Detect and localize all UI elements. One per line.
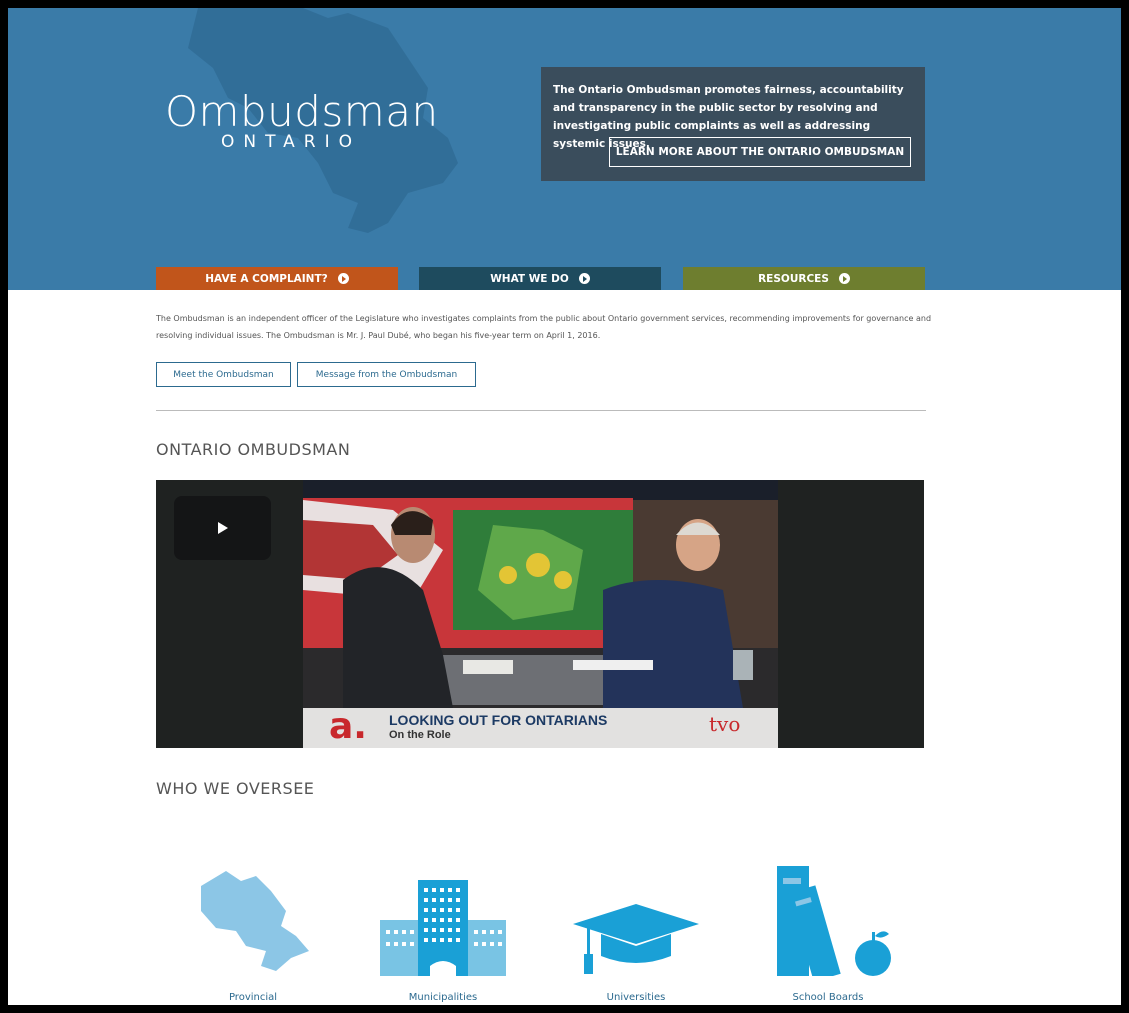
intro-text: The Ombudsman is an independent officer … bbox=[156, 314, 932, 340]
section-title-who-we-oversee: WHO WE OVERSEE bbox=[156, 779, 315, 798]
nav-resources[interactable]: RESOURCES bbox=[683, 267, 925, 290]
oversee-school-boards[interactable]: School Boards bbox=[748, 844, 908, 1003]
section-title-ontario-ombudsman: ONTARIO OMBUDSMAN bbox=[156, 440, 351, 459]
oversee-label[interactable]: Municipalities bbox=[363, 992, 523, 1003]
hero-banner: Ombudsman ONTARIO The Ontario Ombudsman … bbox=[8, 8, 1121, 290]
meet-ombudsman-button[interactable]: Meet the Ombudsman bbox=[156, 362, 291, 387]
section-divider bbox=[156, 410, 926, 411]
logo-wordmark: Ombudsman bbox=[165, 87, 439, 136]
books-apple-icon bbox=[748, 844, 908, 976]
nav-label: HAVE A COMPLAINT? bbox=[205, 272, 328, 285]
arrow-circle-icon bbox=[578, 273, 590, 284]
graduation-cap-icon bbox=[556, 844, 716, 976]
ontario-map-icon bbox=[173, 844, 333, 976]
oversee-label[interactable]: Provincial bbox=[173, 992, 333, 1003]
site-logo[interactable]: Ombudsman ONTARIO bbox=[165, 87, 439, 153]
mission-box: The Ontario Ombudsman promotes fairness,… bbox=[541, 67, 925, 181]
nav-label: WHAT WE DO bbox=[490, 272, 569, 285]
message-from-ombudsman-button[interactable]: Message from the Ombudsman bbox=[297, 362, 476, 387]
agenda-logo: a. bbox=[329, 706, 367, 747]
arrow-circle-icon bbox=[337, 273, 349, 284]
oversee-provincial[interactable]: Provincial bbox=[173, 844, 333, 1003]
video-lower-third: a. LOOKING OUT FOR ONTARIANS On the Role… bbox=[303, 708, 778, 748]
video-title: LOOKING OUT FOR ONTARIANS bbox=[389, 712, 608, 728]
oversee-municipalities[interactable]: Municipalities bbox=[363, 844, 523, 1003]
play-icon bbox=[217, 522, 228, 534]
nav-label: RESOURCES bbox=[758, 272, 829, 285]
oversee-label[interactable]: School Boards bbox=[748, 992, 908, 1003]
nav-what-we-do[interactable]: WHAT WE DO bbox=[419, 267, 661, 290]
oversee-label[interactable]: Universities bbox=[556, 992, 716, 1003]
arrow-circle-icon bbox=[838, 273, 850, 284]
page: Ombudsman ONTARIO The Ontario Ombudsman … bbox=[8, 8, 1121, 1005]
buildings-icon bbox=[363, 844, 523, 976]
tvo-logo: tvo bbox=[709, 712, 741, 736]
learn-more-button[interactable]: LEARN MORE ABOUT THE ONTARIO OMBUDSMAN bbox=[609, 137, 911, 167]
play-button[interactable] bbox=[174, 496, 271, 560]
oversee-universities[interactable]: Universities bbox=[556, 844, 716, 1003]
video-subtitle: On the Role bbox=[389, 729, 451, 741]
video-player[interactable]: a. LOOKING OUT FOR ONTARIANS On the Role… bbox=[156, 480, 924, 748]
nav-have-a-complaint[interactable]: HAVE A COMPLAINT? bbox=[156, 267, 398, 290]
